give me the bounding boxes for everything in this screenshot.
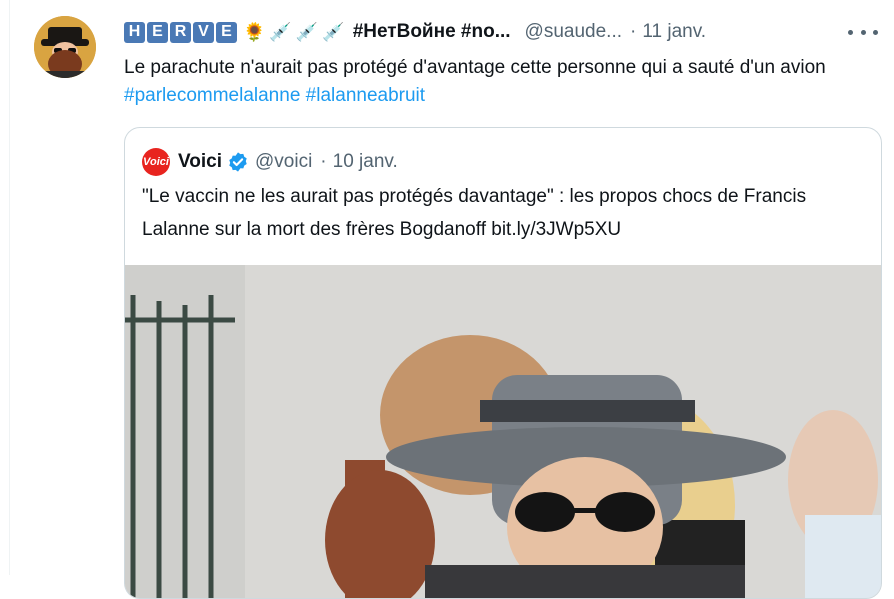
tweet-text: Le parachute n'aurait pas protégé d'avan… bbox=[124, 54, 864, 110]
quoted-tweet-header: Voici Voici @voici · 10 janv. bbox=[142, 148, 398, 176]
syringe-icon: 💉 bbox=[295, 21, 319, 42]
hashtag-link[interactable]: #parlecommelalanne bbox=[124, 85, 300, 106]
quoted-tweet-text: "Le vaccin ne les aurait pas protégés da… bbox=[142, 186, 807, 240]
tweet-date[interactable]: 11 janv. bbox=[642, 21, 706, 43]
more-horizontal-icon[interactable] bbox=[848, 22, 878, 42]
voici-logo: Voici bbox=[142, 148, 170, 176]
separator-dot: · bbox=[630, 21, 637, 42]
author-handle[interactable]: @suaude... bbox=[525, 21, 622, 43]
name-letter: E bbox=[216, 21, 237, 43]
quoted-author-name: Voici bbox=[178, 151, 222, 172]
name-letter: R bbox=[170, 21, 191, 43]
author-name-tags: #НетВойне #no... bbox=[352, 21, 511, 42]
verified-badge-icon bbox=[229, 152, 247, 172]
avatar-illustration bbox=[34, 16, 96, 78]
quoted-tweet-image[interactable] bbox=[125, 265, 881, 598]
photo-man-in-hat bbox=[125, 265, 881, 598]
sunflower-icon: 🌻 bbox=[243, 21, 266, 42]
name-letter: V bbox=[193, 21, 214, 43]
tweet-body: Le parachute n'aurait pas protégé d'avan… bbox=[124, 57, 826, 78]
author-name[interactable]: H E R V E 🌻 💉 💉 💉 #НетВойне #no... bbox=[124, 21, 511, 43]
syringe-icon: 💉 bbox=[322, 21, 345, 42]
separator-dot: · bbox=[320, 151, 327, 172]
avatar[interactable] bbox=[34, 16, 96, 78]
syringe-icon: 💉 bbox=[269, 21, 292, 42]
hashtag-link[interactable]: #lalanneabruit bbox=[306, 85, 425, 106]
name-letter: H bbox=[124, 21, 145, 43]
quoted-tweet-date: 10 janv. bbox=[332, 151, 398, 172]
quoted-author-handle: @voici bbox=[255, 151, 313, 172]
tweet-header: H E R V E 🌻 💉 💉 💉 #НетВойне #no... @suau… bbox=[124, 18, 706, 46]
name-letter: E bbox=[147, 21, 168, 43]
timeline-border bbox=[9, 0, 10, 575]
quoted-tweet-card[interactable]: Voici Voici @voici · 10 janv. "Le vaccin… bbox=[124, 127, 882, 599]
